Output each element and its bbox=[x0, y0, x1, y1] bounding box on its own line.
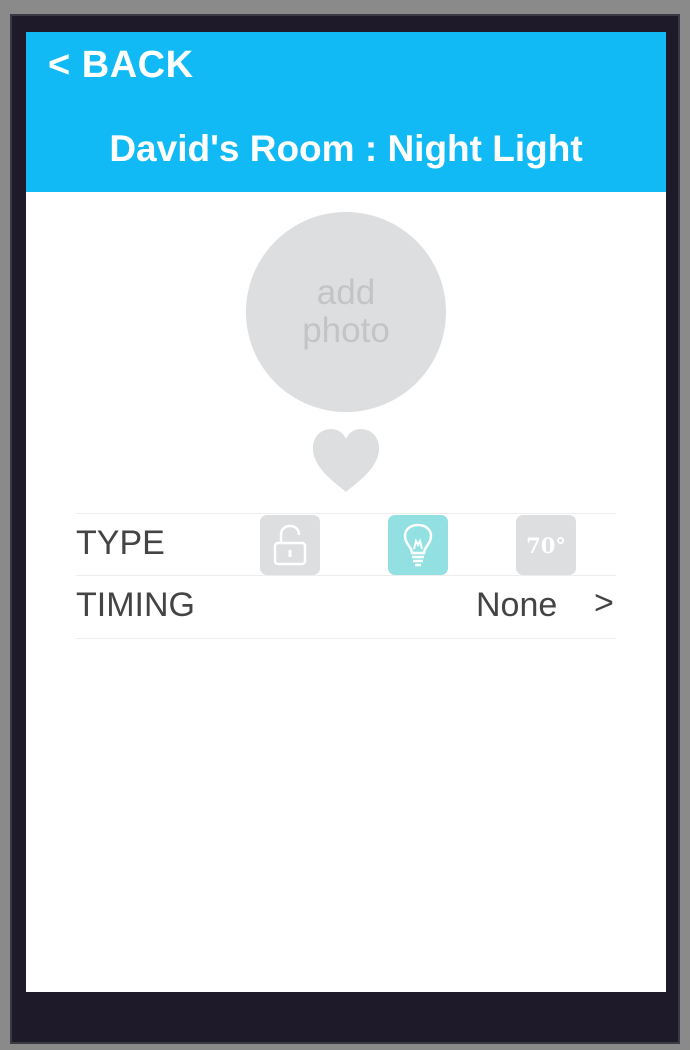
back-button[interactable]: < BACK bbox=[48, 44, 194, 87]
type-row: TYPE 70° bbox=[76, 513, 616, 576]
type-option-lock[interactable] bbox=[260, 515, 320, 575]
lock-icon bbox=[273, 524, 307, 566]
timing-row[interactable]: TIMING None > bbox=[76, 575, 616, 639]
add-photo-button[interactable]: add photo bbox=[246, 212, 446, 412]
header-bar: < BACK David's Room : Night Light bbox=[26, 32, 666, 192]
lightbulb-icon bbox=[403, 523, 433, 567]
add-photo-label-line2: photo bbox=[302, 311, 390, 350]
app-screen: < BACK David's Room : Night Light add ph… bbox=[26, 32, 666, 992]
type-label: TYPE bbox=[76, 524, 165, 562]
type-option-light[interactable] bbox=[388, 515, 448, 575]
page-title: David's Room : Night Light bbox=[109, 128, 583, 169]
thermostat-icon: 70° bbox=[526, 532, 566, 558]
timing-label: TIMING bbox=[76, 586, 195, 624]
heart-icon[interactable] bbox=[310, 428, 382, 494]
chevron-right-icon: > bbox=[594, 584, 614, 622]
timing-value: None bbox=[476, 586, 558, 624]
add-photo-label-line1: add bbox=[316, 273, 376, 312]
type-option-thermostat[interactable]: 70° bbox=[516, 515, 576, 575]
